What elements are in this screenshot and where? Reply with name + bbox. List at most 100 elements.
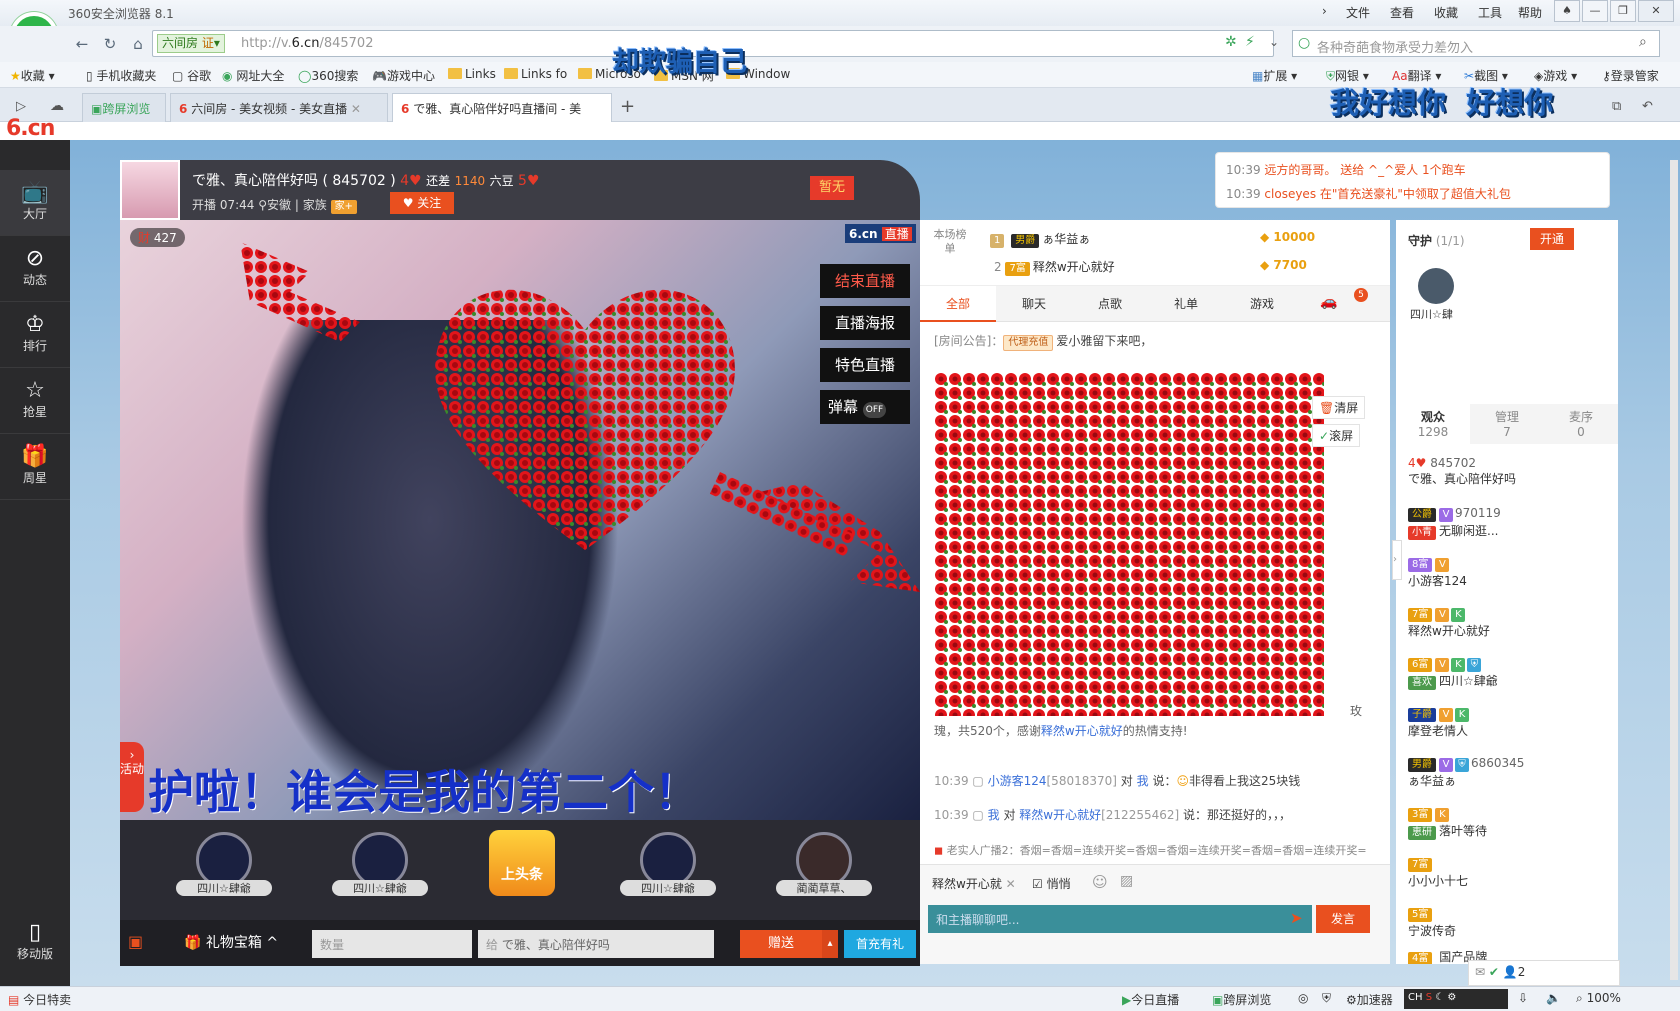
tab-songs[interactable]: 点歌 [1072, 286, 1148, 322]
nav-feed[interactable]: ⊘ 动态 [0, 236, 70, 302]
home-icon[interactable]: ⌂ [126, 33, 150, 55]
menu-file[interactable]: 文件 [1346, 4, 1370, 21]
audience-item[interactable]: 公爵 V 970119 小青 无聊闲逛... [1408, 506, 1608, 540]
tab-admins[interactable]: 管理 7 [1470, 404, 1544, 444]
search-icon[interactable]: ⌕ [1639, 34, 1647, 50]
fav-hao[interactable]: ◉ 网址大全 [222, 67, 284, 84]
cloud-icon[interactable]: ☁ [50, 98, 64, 114]
recipient-select[interactable]: 给 で雅、真心陪伴好吗 [478, 930, 714, 958]
wallet-icon[interactable]: ▣ [128, 932, 143, 951]
status-live[interactable]: ▶今日直播 [1122, 991, 1179, 1008]
fav-360search[interactable]: ◯360搜索 [298, 67, 358, 84]
audience-item[interactable]: 5富 宁波传奇 [1408, 906, 1608, 939]
search-box[interactable]: ○ 各种奇葩食物承受力差勿入 ⌕ [1292, 30, 1660, 57]
tab-6cn-home[interactable]: 6 六间房 - 美女视频 - 美女直播 ✕ [170, 93, 388, 122]
status-accelerator[interactable]: ⚙加速器 [1346, 991, 1393, 1008]
user-count-icon[interactable]: 👤 [1503, 965, 1518, 979]
sound-icon[interactable]: 🔈 [1546, 991, 1561, 1005]
activity-tab[interactable]: › 活动 [120, 742, 144, 812]
anchor-avatar[interactable] [120, 160, 180, 220]
tab-mic-queue[interactable]: 麦序 0 [1544, 404, 1618, 444]
search-input[interactable]: 各种奇葩食物承受力差勿入 [1317, 37, 1473, 56]
audience-item[interactable]: 4♥ 845702 で雅、真心陪伴好吗 [1408, 456, 1608, 487]
autoscroll-button[interactable]: ✓滚屏 [1312, 424, 1361, 447]
rank-row[interactable]: 1 男爵 ぁ华益ぁ ◆ 10000 [990, 230, 1315, 248]
recharge-agent-tag[interactable]: 代理充值 [1003, 335, 1054, 351]
fav-links[interactable]: Links [448, 67, 496, 81]
showcase-item[interactable]: 四川☆肆爺 [176, 832, 272, 896]
tab-gifts[interactable]: 礼单 [1148, 286, 1224, 322]
menu-favorites[interactable]: 收藏 [1434, 4, 1458, 21]
car-icon[interactable]: 🚗 [1320, 294, 1337, 310]
menu-tools[interactable]: 工具 [1478, 4, 1502, 21]
first-recharge-button[interactable]: 首充有礼 [844, 930, 916, 958]
audience-item[interactable]: 3富 K 恵研 落叶等待 [1408, 806, 1608, 840]
audience-item[interactable]: 7富 V K 释然w开心就好 [1408, 606, 1608, 639]
send-message-button[interactable]: 发言 [1316, 905, 1370, 933]
nav-rank[interactable]: ♔ 排行 [0, 302, 70, 368]
tab-close-icon[interactable]: ✕ [347, 102, 361, 116]
url-text[interactable]: http://v.6.cn/845702 [241, 36, 373, 51]
search-engine-icon[interactable]: ○ [1298, 35, 1310, 51]
anchor-name[interactable]: で雅、真心陪伴好吗 ( 845702 ) [192, 173, 396, 189]
daily-deals[interactable]: ▤ 今日特卖 [8, 991, 71, 1008]
close-icon[interactable]: ✕ [1002, 877, 1016, 891]
zoom-control[interactable]: ⌕ 100% [1576, 991, 1621, 1006]
chat-user[interactable]: 我 [988, 808, 1000, 822]
guard-avatar[interactable] [1418, 268, 1454, 304]
site-logo[interactable]: 6.cn [6, 116, 55, 141]
collapse-panel-icon[interactable]: › [1392, 540, 1402, 580]
maximize-button[interactable]: ❐ [1610, 0, 1636, 22]
showcase-item[interactable]: 蔺蔺草草、 [776, 832, 872, 896]
audience-item[interactable]: 子爵 V K 摩登老情人 [1408, 706, 1608, 739]
shield-icon[interactable]: ⛨ [1322, 991, 1331, 1006]
favorites-menu[interactable]: ★收藏 ▾ [10, 67, 55, 84]
image-icon[interactable]: ▨ [1120, 873, 1133, 889]
rank-label[interactable]: 本场榜单 [932, 228, 968, 256]
skin-icon[interactable]: ♠ [1554, 0, 1580, 22]
quantity-input[interactable]: 数量 [312, 930, 472, 958]
family-badge[interactable]: 家+ [330, 200, 357, 214]
ok-icon[interactable]: ✔ [1489, 965, 1499, 979]
follow-button[interactable]: ♥ 关注 [390, 192, 454, 214]
emoji-picker-icon[interactable]: ☺ [1092, 873, 1108, 891]
nav-mobile[interactable]: ▯ 移动版 [0, 910, 70, 976]
showcase-item[interactable]: 四川☆肆爺 [620, 832, 716, 896]
page-scrollbar[interactable] [1670, 160, 1678, 980]
notice-text[interactable]: closeyes 在"首充送豪礼"中领取了超值大礼包 [1264, 187, 1511, 201]
showcase-item[interactable]: 四川☆肆爺 [332, 832, 428, 896]
download-icon[interactable]: ⇩ [1518, 991, 1528, 1005]
nav-grab-star[interactable]: ☆ 抢星 [0, 368, 70, 434]
headline-button[interactable]: 上头条 [482, 830, 562, 896]
chat-target[interactable]: 释然w开心就好 [1019, 808, 1101, 822]
chat-target-select[interactable]: 释然w开心就 ✕ [932, 875, 1016, 892]
rank-row[interactable]: 2 7富 释然w开心就好 ◆ 7700 [994, 258, 1307, 276]
nav-hall[interactable]: 📺 大厅 [0, 170, 70, 236]
address-dropdown-icon[interactable]: ⌄ [1269, 35, 1279, 49]
site-identity-badge[interactable]: 六间房 证▾ [157, 34, 225, 53]
tab-games[interactable]: 游戏 [1224, 286, 1300, 322]
gift-box-button[interactable]: 🎁 礼物宝箱 ^ [184, 932, 278, 952]
clear-screen-button[interactable]: 🗑清屏 [1312, 396, 1366, 419]
refresh-icon[interactable]: ↻ [98, 33, 122, 55]
sidebar-toggle-icon[interactable]: ▷ [16, 99, 26, 114]
send-arrow-icon[interactable]: ➤ [1290, 909, 1303, 927]
ext-button[interactable]: ▦扩展 ▾ [1252, 67, 1297, 84]
audience-item[interactable]: 8富 V 小游客124 [1408, 556, 1608, 589]
send-gift-button[interactable]: 赠送 [740, 930, 822, 958]
fav-game[interactable]: 🎮游戏中心 [372, 67, 435, 84]
quiet-checkbox[interactable]: ☑ 悄悄 [1032, 875, 1071, 892]
fav-mobile[interactable]: ▯ 手机收藏夹 [86, 67, 156, 84]
tab-crossscreen[interactable]: ▣跨屏浏览 [82, 93, 166, 122]
tab-live-room[interactable]: 6 で雅、真心陪伴好吗直播间 - 美 [392, 93, 612, 122]
menu-help[interactable]: 帮助 [1518, 4, 1542, 21]
undo-icon[interactable]: ↶ [1642, 99, 1653, 114]
status-crossscreen[interactable]: ▣跨屏浏览 [1212, 991, 1271, 1008]
open-guard-button[interactable]: 开通 [1530, 228, 1574, 250]
ime-indicator[interactable]: CH S ☾ ⚙ [1404, 989, 1508, 1009]
login-manager-button[interactable]: ⚷登录管家 [1602, 67, 1659, 84]
tab-all[interactable]: 全部 [920, 286, 996, 322]
send-options-icon[interactable]: ▴ [822, 930, 838, 958]
audience-item[interactable]: 6富 V K ⛨ 喜欢 四川☆肆爺 [1408, 656, 1608, 690]
speed-icon[interactable]: ✲ [1225, 34, 1237, 50]
